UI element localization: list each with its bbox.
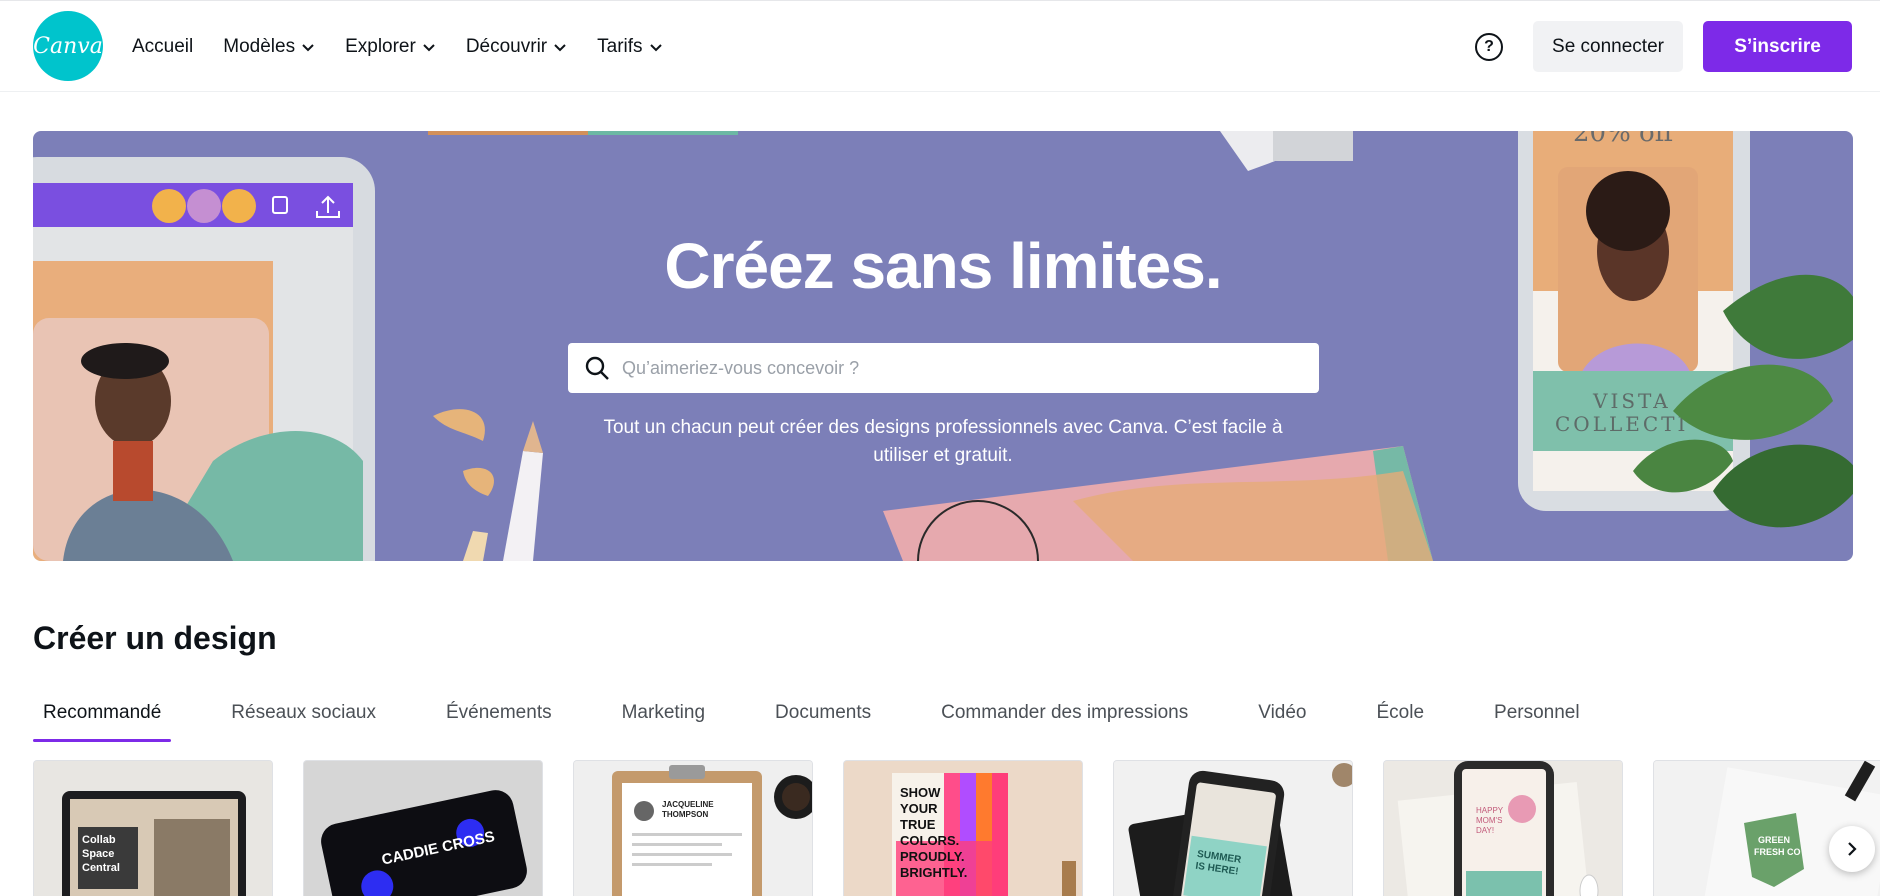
carousel-next-button[interactable] (1829, 826, 1875, 872)
chevron-right-icon (1848, 842, 1857, 856)
hero-banner: 20% off VISTA COLLECTI Créez sans limite… (33, 131, 1853, 561)
chevron-down-icon (554, 44, 566, 52)
presentation-thumbnail: Collab Space Central (34, 761, 272, 896)
tab-video[interactable]: Vidéo (1248, 698, 1316, 742)
design-cards-row: Collab Space Central CADDIE CROSS JACQUE… (33, 760, 1880, 896)
svg-text:Space: Space (82, 848, 114, 860)
nav-item-tarifs[interactable]: Tarifs (597, 36, 662, 58)
design-card-video[interactable]: CADDIE CROSS (303, 760, 543, 896)
video-thumbnail: CADDIE CROSS (304, 761, 542, 896)
nav-item-label: Découvrir (465, 36, 548, 57)
canva-logo[interactable]: Canva (33, 11, 103, 81)
tab-reseaux-sociaux[interactable]: Réseaux sociaux (221, 698, 386, 742)
svg-text:MOM'S: MOM'S (1476, 816, 1502, 825)
tab-recommande[interactable]: Recommandé (33, 698, 172, 742)
design-search-input[interactable] (622, 357, 1302, 379)
nav-item-label: Accueil (132, 36, 194, 57)
design-card-instagram-story[interactable]: SUMMER IS HERE! (1113, 760, 1353, 896)
tab-ecole[interactable]: École (1367, 698, 1435, 742)
design-card-poster[interactable]: SHOW YOUR TRUE COLORS. PROUDLY. BRIGHTLY… (843, 760, 1083, 896)
resume-thumbnail: JACQUELINE THOMPSON (574, 761, 812, 896)
svg-text:DAY!: DAY! (1476, 826, 1494, 835)
tab-documents[interactable]: Documents (765, 698, 881, 742)
svg-text:SHOW: SHOW (900, 785, 941, 800)
chevron-down-icon (302, 44, 314, 52)
nav-item-label: Explorer (345, 36, 416, 57)
section-title: Créer un design (33, 620, 277, 656)
tab-personnel[interactable]: Personnel (1484, 698, 1590, 742)
chevron-down-icon (649, 44, 662, 52)
svg-text:Central: Central (82, 862, 120, 874)
login-button[interactable]: Se connecter (1533, 21, 1683, 72)
design-search-box[interactable] (568, 343, 1319, 393)
phone-brand-line2: COLLECTI (1555, 412, 1688, 436)
tab-evenements[interactable]: Événements (436, 698, 562, 742)
svg-text:JACQUELINE: JACQUELINE (662, 800, 714, 809)
design-card-instagram-post[interactable]: HAPPY MOM'S DAY! (1383, 760, 1623, 896)
svg-text:HAPPY: HAPPY (1476, 806, 1504, 815)
poster-thumbnail: SHOW YOUR TRUE COLORS. PROUDLY. BRIGHTLY… (844, 761, 1082, 896)
design-category-tabs: Recommandé Réseaux sociaux Événements Ma… (33, 698, 1590, 742)
instagram-story-thumbnail: SUMMER IS HERE! (1114, 761, 1352, 896)
phone-promo-text: 20% off (1573, 131, 1676, 148)
nav-item-label: Tarifs (597, 36, 643, 57)
svg-text:FRESH CO: FRESH CO (1754, 847, 1801, 857)
svg-text:YOUR: YOUR (900, 801, 938, 816)
tab-commander-impressions[interactable]: Commander des impressions (931, 698, 1198, 742)
design-card-resume[interactable]: JACQUELINE THOMPSON (573, 760, 813, 896)
signup-button[interactable]: S’inscrire (1703, 21, 1852, 72)
svg-text:TRUE: TRUE (900, 817, 936, 832)
svg-text:PROUDLY.: PROUDLY. (900, 849, 965, 864)
main-nav: Accueil Modèles Explorer Découvrir Tarif… (132, 1, 663, 93)
nav-item-decouvrir[interactable]: Découvrir (466, 36, 567, 58)
nav-item-modeles[interactable]: Modèles (223, 36, 315, 58)
help-circle-icon[interactable]: ? (1475, 33, 1503, 61)
chevron-down-icon (423, 44, 435, 52)
svg-text:COLORS.: COLORS. (900, 833, 959, 848)
svg-text:Collab: Collab (82, 834, 116, 846)
svg-text:BRIGHTLY.: BRIGHTLY. (900, 865, 967, 880)
search-icon (585, 356, 609, 380)
instagram-post-thumbnail: HAPPY MOM'S DAY! (1384, 761, 1622, 896)
hero-title: Créez sans limites. (664, 230, 1222, 302)
tab-marketing[interactable]: Marketing (612, 698, 715, 742)
phone-brand-line1: VISTA (1592, 389, 1671, 413)
svg-text:THOMPSON: THOMPSON (662, 810, 708, 819)
nav-item-label: Modèles (223, 36, 296, 57)
top-navigation-bar: Canva Accueil Modèles Explorer Découvrir… (0, 0, 1880, 92)
design-card-presentation[interactable]: Collab Space Central (33, 760, 273, 896)
nav-item-accueil[interactable]: Accueil (132, 36, 193, 58)
svg-text:GREEN: GREEN (1758, 835, 1790, 845)
nav-item-explorer[interactable]: Explorer (345, 36, 436, 58)
hero-subtitle: Tout un chacun peut créer des designs pr… (603, 417, 1283, 466)
